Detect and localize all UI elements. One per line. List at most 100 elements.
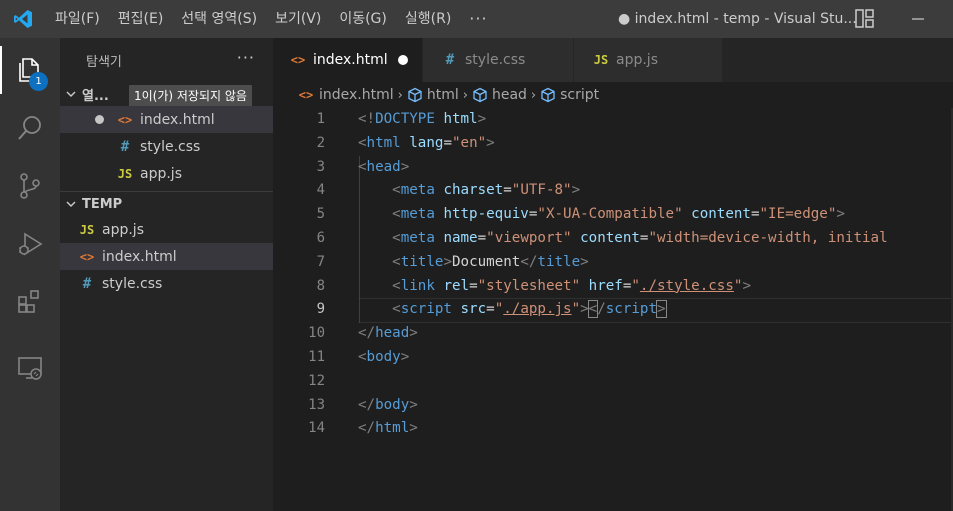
code-line: <meta charset="UTF-8"> — [392, 182, 581, 199]
title-bar: 파일(F) 편집(E) 선택 영역(S) 보기(V) 이동(G) 실행(R) ·… — [0, 0, 953, 38]
unsaved-dot-icon[interactable] — [398, 55, 408, 65]
folder-temp-header[interactable]: TEMP — [60, 192, 273, 216]
html-file-icon: <> — [79, 249, 95, 264]
line-number-gutter: 1 2 3 4 5 6 7 8 9 10 11 12 13 14 — [273, 108, 333, 441]
menu-edit[interactable]: 편집(E) — [109, 0, 173, 38]
file-app-js[interactable]: JS app.js — [60, 216, 273, 243]
open-editor-label: index.html — [140, 111, 215, 128]
line-number: 3 — [316, 158, 325, 175]
menu-file[interactable]: 파일(F) — [46, 0, 109, 38]
line-number: 8 — [316, 277, 325, 294]
explorer-badge: 1 — [29, 72, 48, 91]
js-file-icon: JS — [79, 222, 95, 237]
file-label: style.css — [102, 275, 163, 292]
code-line: </head> — [358, 325, 418, 342]
open-editor-label: style.css — [140, 138, 201, 155]
search-icon[interactable] — [0, 100, 60, 156]
code-line: <!DOCTYPE html> — [358, 111, 487, 127]
tab-index-html[interactable]: <> index.html — [273, 38, 423, 82]
tab-label: app.js — [616, 52, 658, 68]
minimize-icon[interactable] — [906, 8, 930, 30]
symbol-element-icon — [541, 87, 555, 103]
explorer-more-actions[interactable]: ··· — [237, 38, 255, 82]
symbol-element-icon — [473, 87, 487, 103]
explorer-title: 탐색기 — [86, 54, 122, 70]
code-line: <body> — [358, 348, 410, 365]
open-editor-index-html[interactable]: <> index.html — [60, 106, 273, 133]
breadcrumb-head[interactable]: head — [492, 87, 527, 103]
code-line: <link rel="stylesheet" href="./style.css… — [392, 277, 751, 294]
line-number: 11 — [308, 348, 325, 365]
tab-style-css[interactable]: # style.css — [423, 38, 574, 82]
menu-selection[interactable]: 선택 영역(S) — [172, 0, 266, 38]
unsaved-tooltip: 1이(가) 저장되지 않음 — [129, 85, 252, 108]
run-debug-icon[interactable] — [0, 216, 60, 272]
explorer-icon[interactable]: 1 — [0, 42, 60, 98]
line-number: 4 — [316, 182, 325, 199]
breadcrumb-html[interactable]: html — [427, 87, 459, 103]
code-line: <head> — [358, 158, 410, 175]
file-index-html[interactable]: <> index.html — [60, 243, 273, 270]
open-editors-header[interactable]: 열... 1이(가) 저장되지 않음 — [60, 82, 273, 108]
line-number: 14 — [308, 420, 325, 437]
vscode-logo-icon — [0, 0, 46, 38]
css-file-icon: # — [445, 52, 455, 68]
app-js-link[interactable]: ./app.js — [503, 301, 571, 317]
code-content: <!DOCTYPE html> <html lang="en"> <head> … — [358, 108, 953, 441]
breadcrumb-script[interactable]: script — [560, 87, 599, 103]
code-line: <html lang="en"> — [358, 134, 495, 151]
chevron-down-icon — [60, 88, 82, 100]
breadcrumb-file[interactable]: index.html — [319, 87, 394, 103]
line-number: 10 — [308, 325, 325, 342]
file-label: app.js — [102, 221, 144, 238]
explorer-header: 탐색기 ··· — [60, 38, 273, 82]
menu-go[interactable]: 이동(G) — [330, 0, 396, 38]
code-line: <meta http-equiv="X-UA-Compatible" conte… — [392, 206, 845, 223]
file-label: index.html — [102, 248, 177, 265]
code-line: </html> — [358, 420, 418, 437]
line-number: 7 — [316, 253, 325, 270]
code-line: </body> — [358, 396, 418, 413]
line-number: 12 — [308, 372, 325, 389]
line-number: 1 — [316, 111, 325, 127]
line-number: 5 — [316, 206, 325, 223]
css-file-icon: # — [120, 138, 130, 155]
open-editor-style-css[interactable]: # style.css — [60, 133, 273, 160]
file-style-css[interactable]: # style.css — [60, 270, 273, 297]
line-number: 13 — [308, 396, 325, 413]
style-css-link[interactable]: ./style.css — [640, 278, 734, 294]
folder-label: TEMP — [82, 196, 123, 212]
code-editor[interactable]: 1 2 3 4 5 6 7 8 9 10 11 12 13 14 <!DOCTY… — [273, 108, 953, 511]
remote-explorer-icon[interactable] — [0, 340, 60, 396]
open-editor-app-js[interactable]: JS app.js — [60, 160, 273, 187]
menu-more[interactable]: ··· — [460, 0, 496, 38]
chevron-right-icon: › — [530, 87, 537, 103]
line-number-current: 9 — [316, 301, 325, 318]
tab-app-js[interactable]: JS app.js — [574, 38, 723, 82]
source-control-icon[interactable] — [0, 158, 60, 214]
symbol-element-icon — [408, 87, 422, 103]
extensions-icon[interactable] — [0, 274, 60, 330]
line-number: 2 — [316, 134, 325, 151]
unsaved-dot-icon — [95, 115, 104, 124]
code-line: <title>Document</title> — [392, 253, 589, 270]
code-line: <meta name="viewport" content="width=dev… — [392, 229, 888, 246]
customize-layout-icon[interactable] — [853, 8, 877, 30]
open-editor-label: app.js — [140, 165, 182, 182]
tab-label: index.html — [313, 52, 388, 68]
menu-view[interactable]: 보기(V) — [266, 0, 330, 38]
editor-tabs: <> index.html # style.css JS app.js — [273, 38, 953, 82]
explorer-sidebar: 탐색기 ··· 열... 1이(가) 저장되지 않음 <> index.html… — [60, 38, 273, 511]
line-number: 6 — [316, 229, 325, 246]
tab-label: style.css — [465, 52, 526, 68]
js-file-icon: JS — [117, 166, 133, 181]
html-file-icon: <> — [117, 112, 133, 127]
html-file-icon: <> — [290, 53, 306, 67]
breadcrumb: <> index.html › html › head › script — [273, 82, 953, 108]
js-file-icon: JS — [593, 53, 609, 67]
window-title: ● index.html - temp - Visual Stu... — [618, 11, 857, 27]
menu-bar: 파일(F) 편집(E) 선택 영역(S) 보기(V) 이동(G) 실행(R) ·… — [46, 0, 497, 38]
menu-run[interactable]: 실행(R) — [396, 0, 460, 38]
chevron-right-icon: › — [462, 87, 468, 103]
